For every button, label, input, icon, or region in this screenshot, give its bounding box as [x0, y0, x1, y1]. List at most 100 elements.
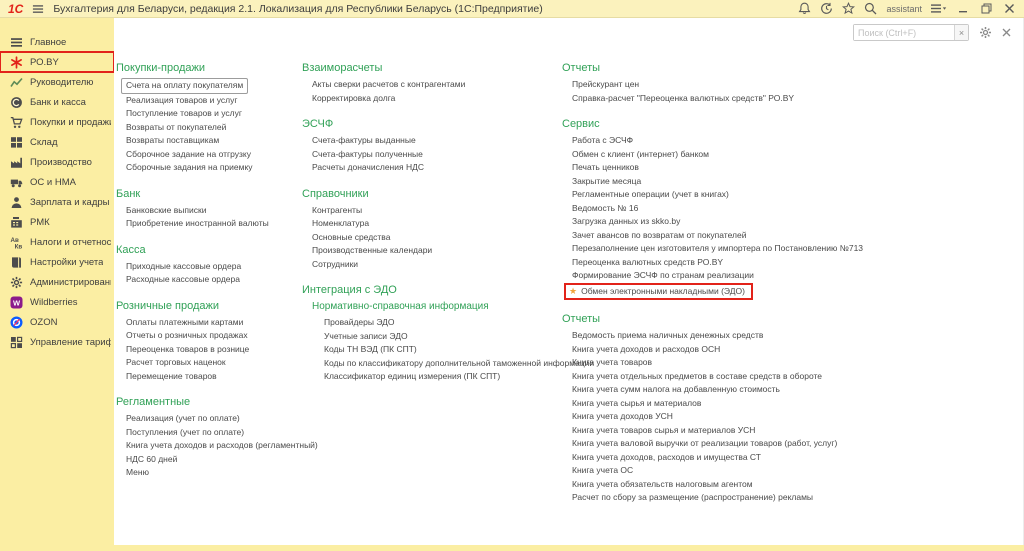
sidebar-item-wildberries[interactable]: W Wildberries — [0, 292, 114, 312]
panel-link[interactable]: Банковские выписки — [116, 204, 302, 218]
panel-link[interactable]: Переоценка валютных средств РО.BY — [562, 256, 1023, 270]
sidebar-item-boxes[interactable]: Склад — [0, 132, 114, 152]
panel-link[interactable]: Основные средства — [302, 231, 562, 245]
panel-link[interactable]: Книга учета обязательств налоговым агент… — [562, 478, 1023, 492]
panel-link[interactable]: Печать ценников — [562, 161, 1023, 175]
panel-link[interactable]: Книга учета сумм налога на добавленную с… — [562, 383, 1023, 397]
sidebar-item-person[interactable]: Зарплата и кадры — [0, 192, 114, 212]
panel-link[interactable]: Классификатор единиц измерения (ПК СПТ) — [302, 370, 562, 384]
panel-link[interactable]: Перемещение товаров — [116, 370, 302, 384]
sidebar-item-cart[interactable]: Покупки и продажи — [0, 112, 114, 132]
person-icon — [10, 196, 23, 209]
search-icon[interactable] — [864, 2, 877, 15]
panel-link[interactable]: НДС 60 дней — [116, 453, 302, 467]
panel-link[interactable]: Книга учета товаров сырья и материалов У… — [562, 424, 1023, 438]
panel-link[interactable]: Книга учета доходов и расходов ОСН — [562, 343, 1023, 357]
panel-link[interactable]: Книга учета ОС — [562, 464, 1023, 478]
panel-link[interactable]: Реализация (учет по оплате) — [116, 412, 302, 426]
panel-link[interactable]: Приходные кассовые ордера — [116, 260, 302, 274]
panel-link[interactable]: Расходные кассовые ордера — [116, 273, 302, 287]
boxes-icon — [10, 136, 23, 149]
panel-link[interactable]: Приобретение иностранной валюты — [116, 217, 302, 231]
panel-link[interactable]: Контрагенты — [302, 204, 562, 218]
sidebar-item-label: Зарплата и кадры — [30, 196, 110, 208]
notifications-bell-icon[interactable] — [798, 2, 811, 15]
search-box: × — [853, 24, 969, 41]
panel-link[interactable]: Формирование ЭСЧФ по странам реализации — [562, 269, 1023, 283]
panel-section: Взаиморасчеты Акты сверки расчетов с конт… — [302, 62, 562, 105]
panel-link[interactable]: Обмен с клиент (интернет) банком — [562, 148, 1023, 162]
panel-link-edo-exchange[interactable]: Обмен электронными накладными (ЭДО) — [581, 285, 745, 299]
panel-link[interactable]: Отчеты о розничных продажах — [116, 329, 302, 343]
panel-link[interactable]: Коды ТН ВЭД (ПК СПТ) — [302, 343, 562, 357]
sidebar-item-coin[interactable]: Банк и касса — [0, 92, 114, 112]
sidebar-item-factory[interactable]: Производство — [0, 152, 114, 172]
minimize-button[interactable] — [956, 2, 970, 16]
panel-link[interactable]: Загрузка данных из skko.by — [562, 215, 1023, 229]
favorites-star-icon[interactable] — [842, 2, 856, 15]
panel-link[interactable]: Номенклатура — [302, 217, 562, 231]
panel-link[interactable]: Закрытие месяца — [562, 175, 1023, 189]
panel-link[interactable]: Ведомость приема наличных денежных средс… — [562, 329, 1023, 343]
panel-close-icon[interactable] — [1002, 28, 1011, 37]
sidebar-item-register[interactable]: РМК — [0, 212, 114, 232]
sidebar-item-gear[interactable]: Администрирование — [0, 272, 114, 292]
panel-link[interactable]: Книга учета доходов и расходов (регламен… — [116, 439, 318, 453]
restore-button[interactable] — [979, 2, 993, 16]
svg-text:Кв: Кв — [15, 243, 23, 249]
panel-link[interactable]: Переоценка товаров в рознице — [116, 343, 302, 357]
panel-settings-gear-icon[interactable] — [979, 26, 992, 39]
panel-link-focused[interactable]: Счета на оплату покупателям — [121, 78, 249, 94]
history-icon[interactable] — [820, 2, 833, 15]
search-input[interactable] — [854, 25, 954, 40]
panel-link[interactable]: Провайдеры ЭДО — [302, 316, 562, 330]
panel-link[interactable]: Регламентные операции (учет в книгах) — [562, 188, 1023, 202]
panel-link[interactable]: Перезаполнение цен изготовителя у импорт… — [562, 242, 1023, 256]
panel-link[interactable]: Расчет по сбору за размещение (распростр… — [562, 491, 1023, 505]
panel-link[interactable]: Счета-фактуры полученные — [302, 148, 562, 162]
panel-link[interactable]: Оплаты платежными картами — [116, 316, 302, 330]
hamburger-menu-icon[interactable] — [32, 3, 44, 15]
sidebar-item-menu-lines[interactable]: Главное — [0, 32, 114, 52]
panel-link[interactable]: Меню — [116, 466, 302, 480]
panel-link[interactable]: Справка-расчет "Переоценка валютных сред… — [562, 92, 1023, 106]
sidebar-item-chart[interactable]: Руководителю — [0, 72, 114, 92]
panel-link[interactable]: Поступление товаров и услуг — [116, 107, 302, 121]
panel-link[interactable]: Книга учета отдельных предметов в состав… — [562, 370, 1023, 384]
panel-link[interactable]: Книга учета сырья и материалов — [562, 397, 1023, 411]
sidebar-item-truck[interactable]: ОС и НМА — [0, 172, 114, 192]
panel-link[interactable]: Книга учета товаров — [562, 356, 1023, 370]
sidebar-item-asterisk[interactable]: РО.BY — [0, 51, 115, 73]
panel-link[interactable]: Работа с ЭСЧФ — [562, 134, 1023, 148]
truck-icon — [10, 176, 23, 189]
panel-link[interactable]: Производственные календари — [302, 244, 562, 258]
main-menu-icon[interactable] — [931, 2, 947, 15]
panel-link[interactable]: Зачет авансов по возвратам от покупателе… — [562, 229, 1023, 243]
panel-link[interactable]: Возвраты поставщикам — [116, 134, 302, 148]
sidebar-item-tax[interactable]: АвКв Налоги и отчетность — [0, 232, 114, 252]
panel-link[interactable]: Книга учета валовой выручки от реализаци… — [562, 437, 1023, 451]
panel-link[interactable]: Учетные записи ЭДО — [302, 330, 562, 344]
panel-link[interactable]: Поступления (учет по оплате) — [116, 426, 302, 440]
panel-link[interactable]: Книга учета доходов УСН — [562, 410, 1023, 424]
panel-column: Взаиморасчеты Акты сверки расчетов с конт… — [302, 62, 594, 518]
panel-link[interactable]: Сборочное задание на отгрузку — [116, 148, 302, 162]
panel-link[interactable]: Коды по классификатору дополнительной та… — [302, 357, 594, 371]
panel-link[interactable]: Прейскурант цен — [562, 78, 1023, 92]
panel-link[interactable]: Акты сверки расчетов с контрагентами — [302, 78, 562, 92]
panel-link[interactable]: Корректировка долга — [302, 92, 562, 106]
sidebar-item-ozon[interactable]: OZON — [0, 312, 114, 332]
panel-link[interactable]: Ведомость № 16 — [562, 202, 1023, 216]
panel-link[interactable]: Счета-фактуры выданные — [302, 134, 562, 148]
panel-link[interactable]: Книга учета доходов, расходов и имуществ… — [562, 451, 1023, 465]
search-clear-icon[interactable]: × — [954, 25, 968, 40]
sidebar-item-tiles[interactable]: Управление тарифом — [0, 332, 114, 352]
panel-link[interactable]: Расчет торговых наценок — [116, 356, 302, 370]
panel-link[interactable]: Возвраты от покупателей — [116, 121, 302, 135]
panel-link[interactable]: Реализация товаров и услуг — [116, 94, 302, 108]
panel-link[interactable]: Сотрудники — [302, 258, 562, 272]
panel-link[interactable]: Сборочные задания на приемку — [116, 161, 302, 175]
sidebar-item-book[interactable]: Настройки учета — [0, 252, 114, 272]
panel-link[interactable]: Расчеты доначисления НДС — [302, 161, 562, 175]
close-button[interactable] — [1002, 2, 1016, 16]
